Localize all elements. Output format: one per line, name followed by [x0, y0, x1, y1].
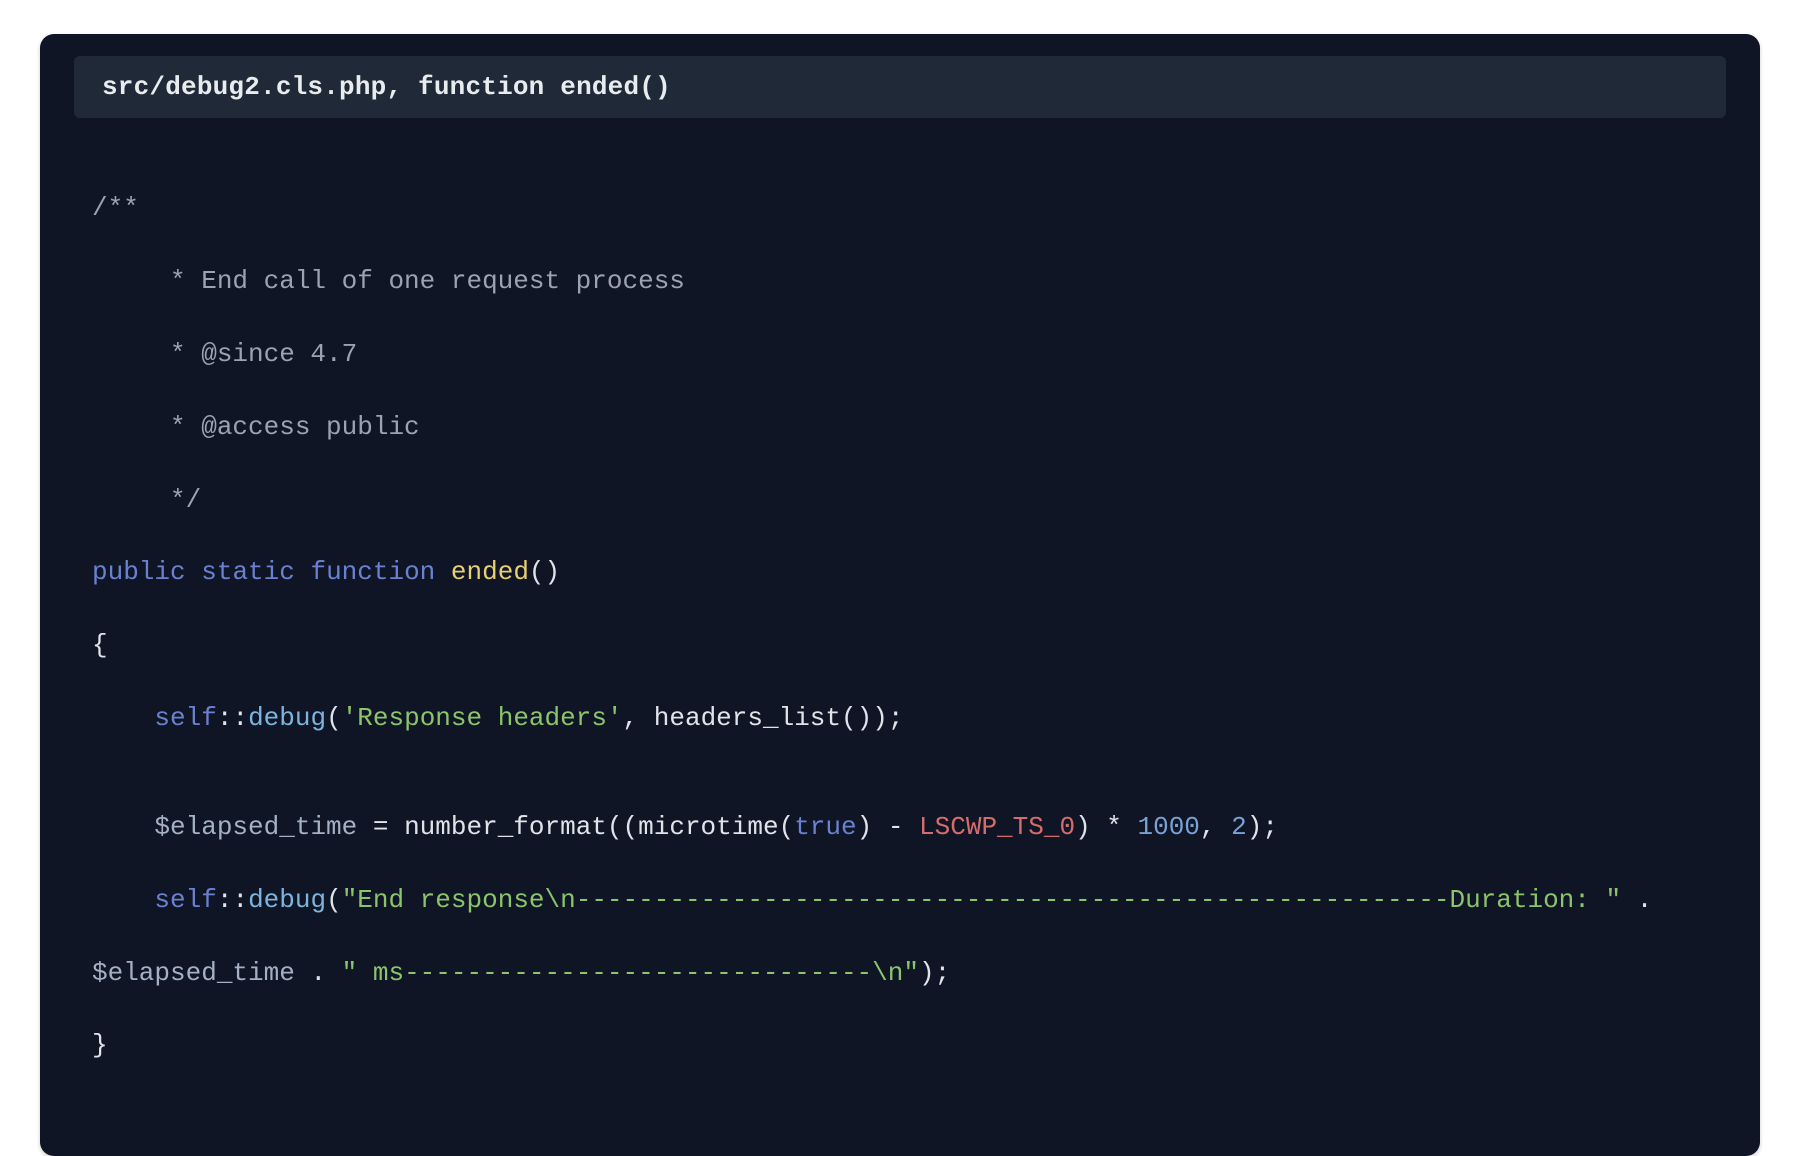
bool-true: true — [794, 812, 856, 842]
paren-open-6: ( — [326, 885, 342, 915]
eq: = — [357, 812, 404, 842]
debug-call-1: debug — [248, 703, 326, 733]
headers-list-call: headers_list — [654, 703, 841, 733]
comma-2: , — [1200, 812, 1231, 842]
brace-open: { — [92, 630, 108, 660]
comment-close: */ — [92, 485, 201, 515]
kw-static: static — [201, 557, 295, 587]
var-elapsed-2: $elapsed_time — [92, 958, 295, 988]
paren-open-1: ( — [326, 703, 342, 733]
str-response-headers: 'Response headers' — [342, 703, 623, 733]
num-1000: 1000 — [1137, 812, 1199, 842]
microtime-call: microtime — [638, 812, 778, 842]
comment-line-1: * End call of one request process — [92, 266, 685, 296]
kw-function: function — [310, 557, 435, 587]
code-content: /** * End call of one request process * … — [40, 118, 1760, 1156]
semi-3: ; — [935, 958, 951, 988]
comma-1: , — [623, 703, 654, 733]
num-2: 2 — [1231, 812, 1247, 842]
paren-close-5: ) — [857, 812, 873, 842]
debug-call-2: debug — [248, 885, 326, 915]
kw-public: public — [92, 557, 186, 587]
str-ms: " ms------------------------------\n" — [342, 958, 919, 988]
const-lscwp: LSCWP_TS_0 — [919, 812, 1075, 842]
comment-open: /** — [92, 193, 139, 223]
times: * — [1091, 812, 1138, 842]
comment-line-3: * @access public — [92, 412, 420, 442]
var-elapsed: $elapsed_time — [154, 812, 357, 842]
code-block: src/debug2.cls.php, function ended() /**… — [40, 34, 1760, 1156]
code-title-bar: src/debug2.cls.php, function ended() — [74, 56, 1726, 118]
paren-close-6: ) — [919, 958, 935, 988]
paren-open-4: ( — [623, 812, 639, 842]
self-1: self — [154, 703, 216, 733]
paren-close-3: ) — [1247, 812, 1263, 842]
comment-line-2: * @since 4.7 — [92, 339, 357, 369]
code-title: src/debug2.cls.php, function ended() — [102, 72, 671, 102]
self-2: self — [154, 885, 216, 915]
paren-open-5: ( — [779, 812, 795, 842]
concat-2: . — [295, 958, 342, 988]
paren-close-1: ) — [872, 703, 888, 733]
concat-1: . — [1621, 885, 1668, 915]
dcolon-1: :: — [217, 703, 248, 733]
brace-close: } — [92, 1030, 108, 1060]
dcolon-2: :: — [217, 885, 248, 915]
number-format-call: number_format — [404, 812, 607, 842]
paren-close-4: ) — [1075, 812, 1091, 842]
str-end-response: "End response\n-------------------------… — [342, 885, 1621, 915]
semi-1: ; — [888, 703, 904, 733]
paren-open-3: ( — [607, 812, 623, 842]
fn-name: ended — [451, 557, 529, 587]
minus: - — [872, 812, 919, 842]
semi-2: ; — [1262, 812, 1278, 842]
paren-close-2: ) — [857, 703, 873, 733]
fn-parens: () — [529, 557, 560, 587]
paren-open-2: ( — [841, 703, 857, 733]
